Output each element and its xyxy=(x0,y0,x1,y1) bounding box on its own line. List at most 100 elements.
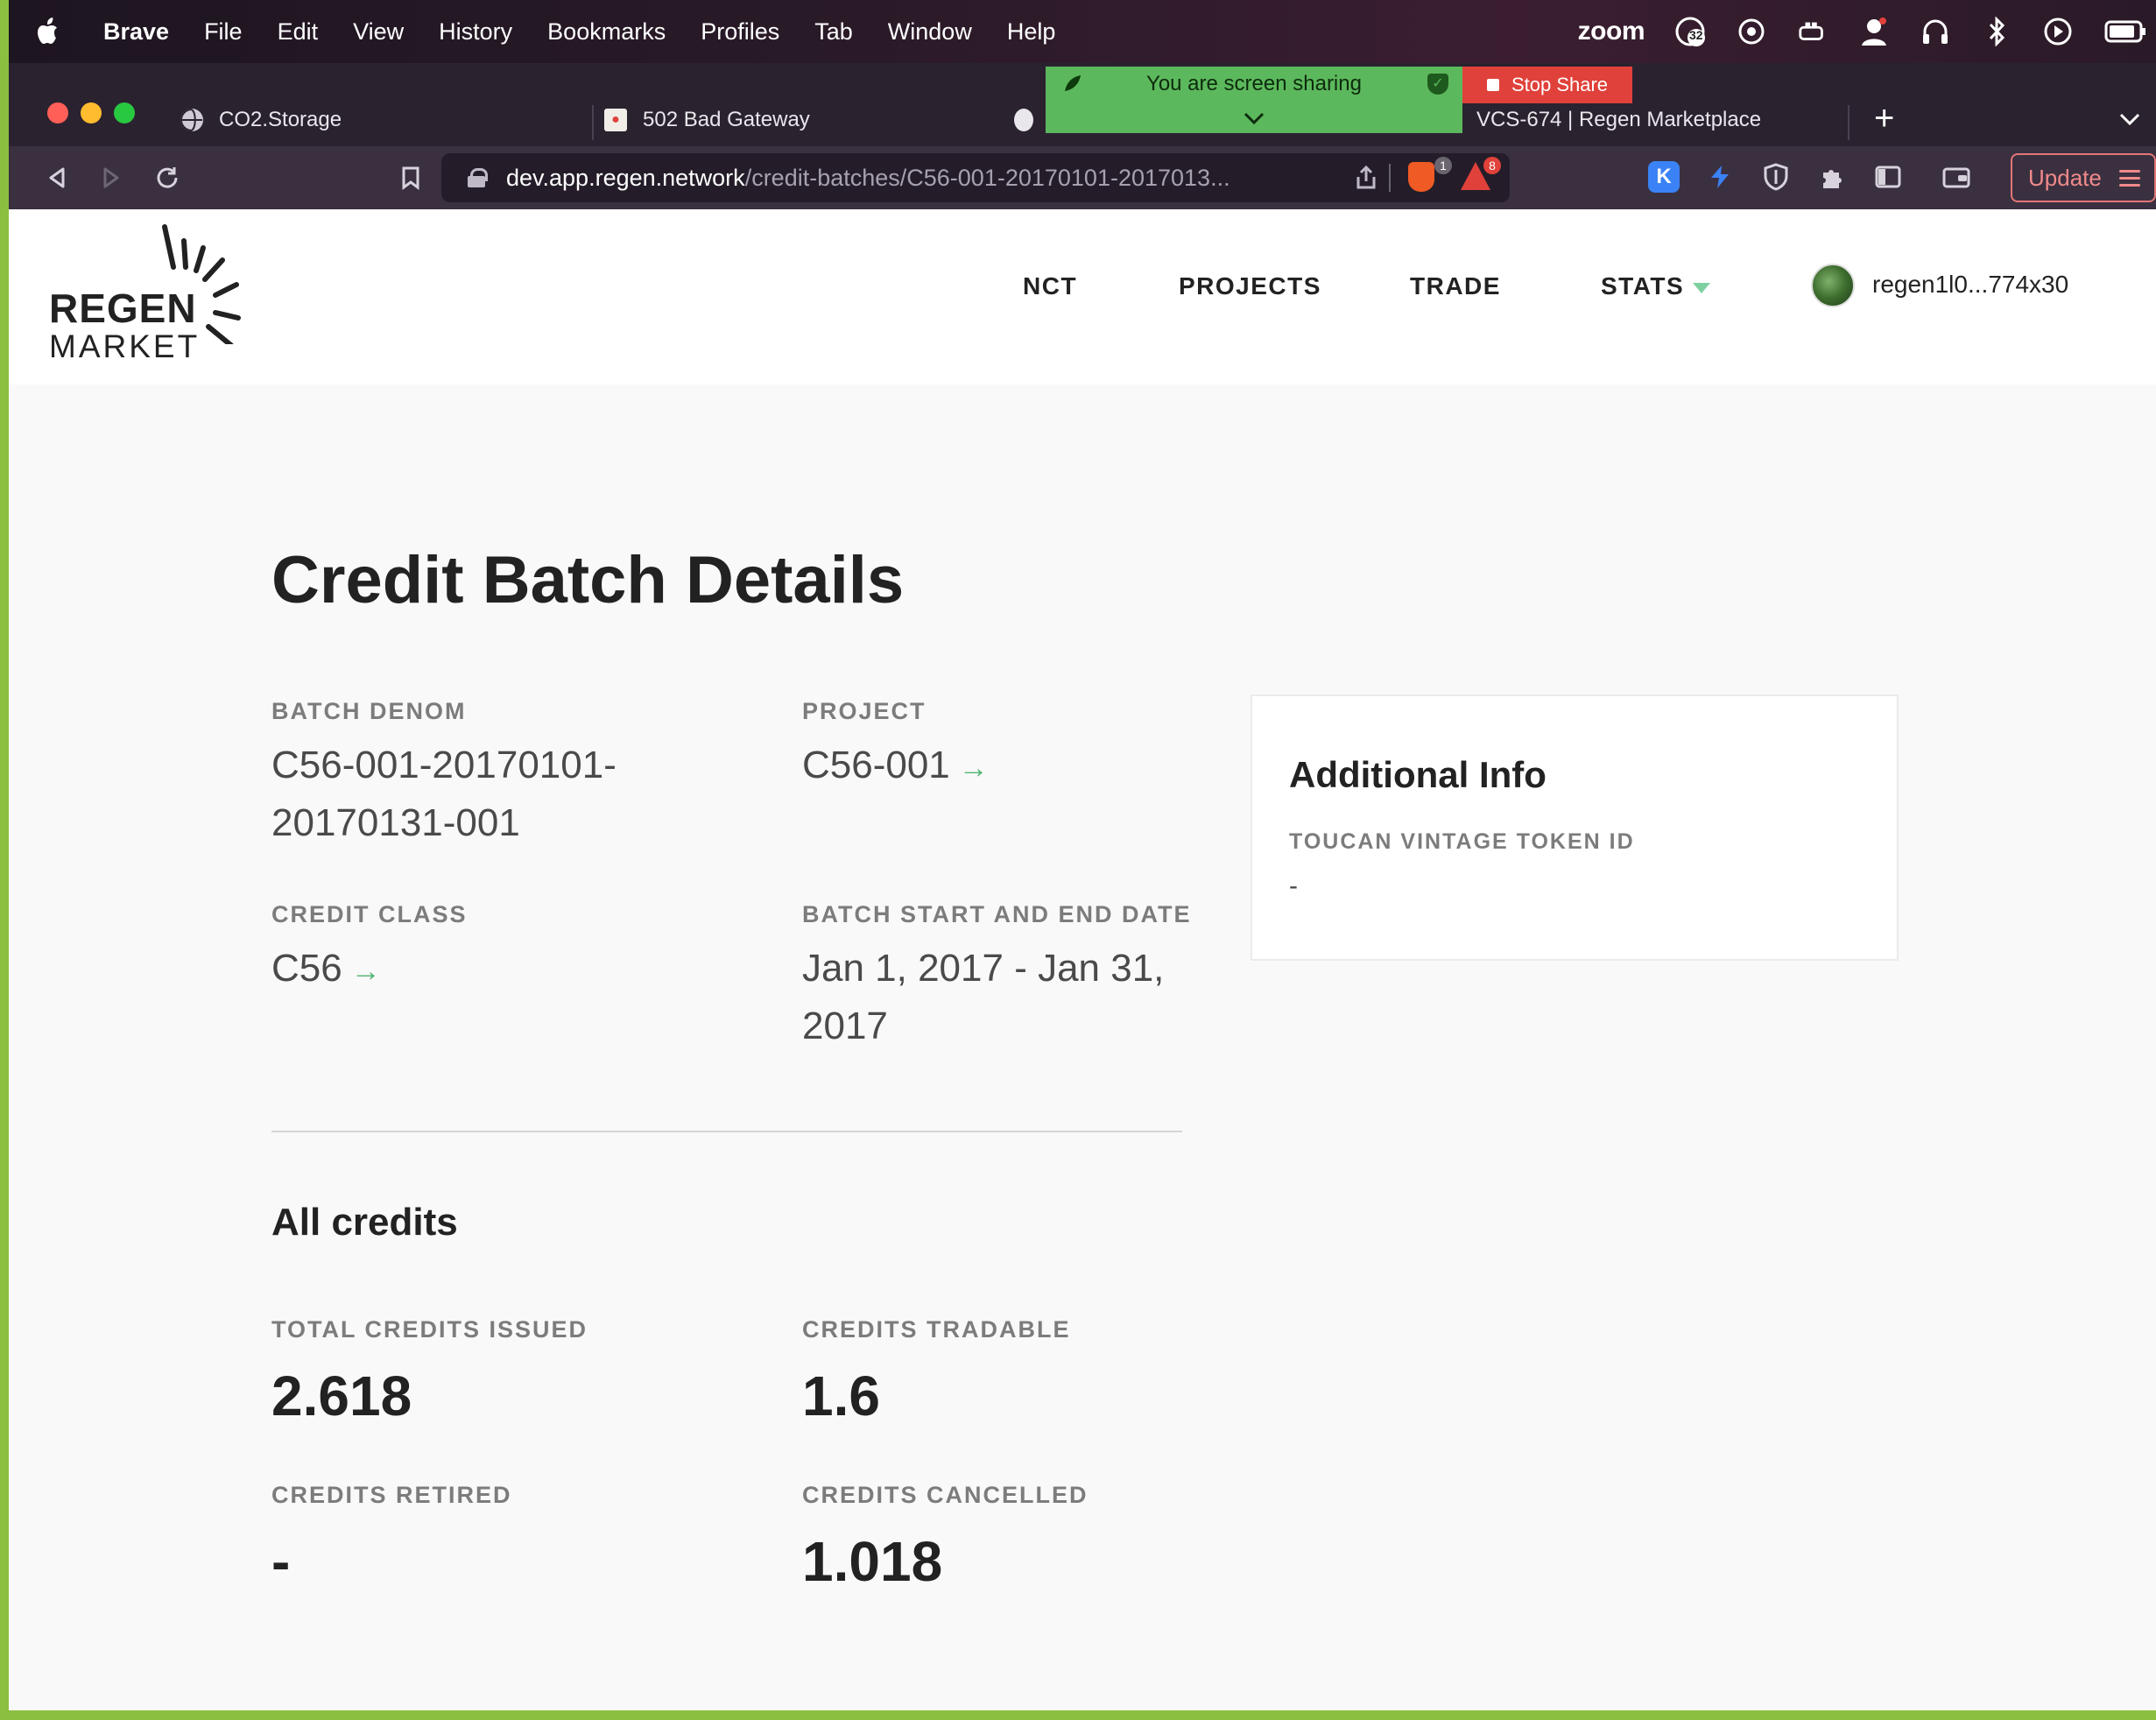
stop-share-label: Stop Share xyxy=(1511,74,1609,95)
share-options-chevron-icon[interactable] xyxy=(1046,105,1462,132)
tab-active-regen[interactable] xyxy=(1014,95,1049,145)
project-value: C56-001 xyxy=(802,744,950,786)
additional-info-title: Additional Info xyxy=(1289,754,1547,795)
batch-dates-line2: 2017 xyxy=(802,1005,888,1047)
menu-help[interactable]: Help xyxy=(1007,18,1056,46)
update-label: Update xyxy=(2028,164,2102,191)
credit-class-label: CREDIT CLASS xyxy=(271,901,468,927)
share-icon[interactable] xyxy=(1356,165,1377,196)
tradable-value: 1.6 xyxy=(802,1364,880,1427)
user-agent-icon[interactable] xyxy=(1858,16,1890,47)
menu-history[interactable]: History xyxy=(439,18,512,46)
brave-shields-icon[interactable] xyxy=(1408,162,1434,192)
new-tab-button[interactable]: + xyxy=(1874,99,1894,138)
tradable-label: CREDITS TRADABLE xyxy=(802,1316,1071,1343)
all-credits-heading: All credits xyxy=(271,1201,458,1244)
menu-profiles[interactable]: Profiles xyxy=(701,18,779,46)
tab-502-bad-gateway[interactable]: ● 502 Bad Gateway xyxy=(604,95,1007,145)
nav-nct[interactable]: NCT xyxy=(1023,272,1077,300)
close-window-button[interactable] xyxy=(47,102,68,123)
retired-label: CREDITS RETIRED xyxy=(271,1482,512,1508)
back-icon[interactable] xyxy=(40,161,74,194)
reload-icon[interactable] xyxy=(151,161,184,194)
focus-icon[interactable] xyxy=(1736,16,1767,47)
bluetooth-icon[interactable] xyxy=(1981,16,2012,47)
zoom-status-item[interactable]: zoom xyxy=(1578,17,1645,46)
avatar[interactable] xyxy=(1811,264,1855,307)
shield-check-icon: ✓ xyxy=(1427,74,1448,95)
toucan-token-value: - xyxy=(1289,871,1298,900)
tab-separator xyxy=(592,105,594,140)
tab-label: CO2.Storage xyxy=(219,108,342,131)
bookmark-icon[interactable] xyxy=(394,161,427,194)
menu-file[interactable]: File xyxy=(204,18,243,46)
rewards-badge: 8 xyxy=(1483,157,1501,174)
batch-denom-line1: C56-001-20170101- xyxy=(271,744,617,786)
apple-icon[interactable] xyxy=(35,15,63,48)
nav-projects[interactable]: PROJECTS xyxy=(1179,272,1321,300)
tab-label: VCS-674 | Regen Marketplace xyxy=(1476,108,1762,131)
sidebar-toggle-icon[interactable] xyxy=(1872,161,1904,193)
macos-menu-bar: Brave File Edit View History Bookmarks P… xyxy=(9,0,2156,63)
menu-window[interactable]: Window xyxy=(888,18,972,46)
menu-bookmarks[interactable]: Bookmarks xyxy=(547,18,666,46)
toucan-token-label: TOUCAN VINTAGE TOKEN ID xyxy=(1289,829,1635,854)
shields-badge: 1 xyxy=(1434,157,1452,174)
play-icon[interactable] xyxy=(2042,16,2074,47)
forward-icon[interactable] xyxy=(95,161,128,194)
total-issued-label: TOTAL CREDITS ISSUED xyxy=(271,1316,588,1343)
hamburger-menu-icon[interactable] xyxy=(2119,166,2140,191)
regen-market-logo[interactable]: REGEN MARKET xyxy=(49,218,277,367)
screen-share-text: You are screen sharing xyxy=(1146,72,1362,95)
credit-class-link[interactable]: C56 → xyxy=(271,940,381,1000)
tab-separator xyxy=(1848,105,1850,140)
stop-share-button[interactable]: Stop Share xyxy=(1462,67,1632,103)
update-button[interactable]: Update xyxy=(2011,153,2156,202)
extension-bolt-icon[interactable] xyxy=(1704,161,1736,193)
url-path: /credit-batches/C56-001-20170101-2017013… xyxy=(744,164,1230,191)
arrow-right-icon: → xyxy=(350,955,381,988)
project-link[interactable]: C56-001 → xyxy=(802,737,989,797)
page-title: Credit Batch Details xyxy=(271,543,905,617)
notifications-icon[interactable]: 32 xyxy=(1674,16,1706,47)
battery-icon[interactable] xyxy=(2103,16,2147,47)
tab-search-chevron-icon[interactable] xyxy=(2119,105,2140,132)
nav-stats[interactable]: STATS xyxy=(1601,272,1711,300)
batch-dates-label: BATCH START AND END DATE xyxy=(802,901,1192,927)
chevron-down-icon xyxy=(1693,282,1711,293)
extensions-puzzle-icon[interactable] xyxy=(1816,161,1848,193)
batch-denom-value: C56-001-20170101- 20170131-001 xyxy=(271,737,617,852)
menu-app-brave[interactable]: Brave xyxy=(103,18,169,46)
cancelled-label: CREDITS CANCELLED xyxy=(802,1482,1089,1508)
logo-text-regen: REGEN xyxy=(49,285,197,331)
cancelled-value: 1.018 xyxy=(802,1530,943,1593)
tab-co2-storage[interactable]: CO2.Storage xyxy=(180,95,583,145)
total-issued-value: 2.618 xyxy=(271,1364,412,1427)
logo-text-market: MARKET xyxy=(49,328,201,364)
nav-trade[interactable]: TRADE xyxy=(1410,272,1501,300)
headphones-icon[interactable] xyxy=(1920,16,1951,47)
arrow-right-icon: → xyxy=(958,751,989,785)
address-bar-divider xyxy=(1389,164,1391,192)
regen-favicon-icon xyxy=(1014,109,1033,131)
address-bar[interactable]: dev.app.regen.network/credit-batches/C56… xyxy=(441,153,1510,202)
docker-icon[interactable] xyxy=(1797,16,1828,47)
project-label: PROJECT xyxy=(802,698,927,724)
screen-share-banner[interactable]: You are screen sharing ✓ xyxy=(1046,67,1462,133)
menu-tab[interactable]: Tab xyxy=(814,18,853,46)
keplr-extension-icon[interactable]: K xyxy=(1648,161,1680,193)
tab-label: 502 Bad Gateway xyxy=(643,108,810,131)
shield-extension-icon[interactable] xyxy=(1760,161,1792,193)
batch-denom-label: BATCH DENOM xyxy=(271,698,467,724)
menu-edit[interactable]: Edit xyxy=(278,18,319,46)
wallet-address[interactable]: regen1l0...774x30 xyxy=(1872,271,2068,299)
retired-value: - xyxy=(271,1530,291,1593)
maximize-window-button[interactable] xyxy=(114,102,135,123)
wallet-icon[interactable] xyxy=(1941,161,1972,193)
minimize-window-button[interactable] xyxy=(81,102,102,123)
lock-icon[interactable] xyxy=(468,168,488,187)
error-page-icon: ● xyxy=(604,109,627,131)
menu-view[interactable]: View xyxy=(353,18,404,46)
url-host: dev.app.regen.network xyxy=(506,164,745,191)
stop-icon xyxy=(1486,79,1499,91)
